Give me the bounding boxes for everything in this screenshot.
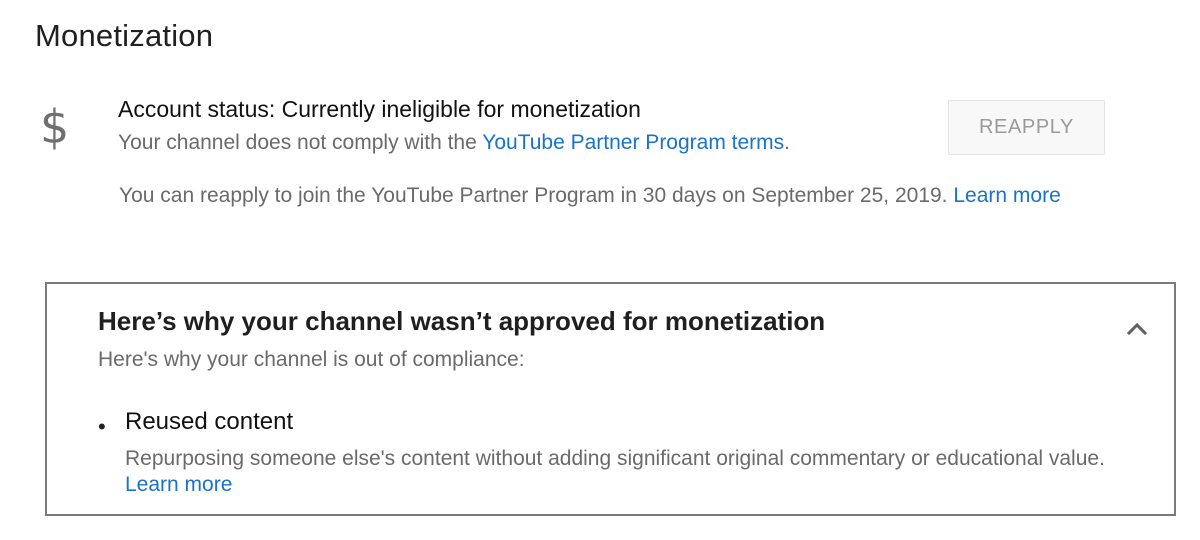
reasons-list: • Reused content Repurposing someone els… — [98, 408, 1158, 498]
status-description-text: Your channel does not comply with the — [118, 131, 483, 154]
reasons-panel-subtitle: Here's why your channel is out of compli… — [98, 348, 525, 371]
status-description-period: . — [784, 131, 791, 154]
reasons-panel: Here’s why your channel wasn’t approved … — [45, 282, 1176, 516]
reasons-panel-title: Here’s why your channel wasn’t approved … — [98, 306, 826, 336]
reason-item: • Reused content Repurposing someone els… — [98, 408, 1158, 498]
partner-program-terms-link[interactable]: YouTube Partner Program terms — [482, 131, 784, 154]
reason-learn-more-link[interactable]: Learn more — [125, 473, 232, 496]
bullet-icon: • — [98, 414, 106, 439]
reapply-learn-more-link[interactable]: Learn more — [953, 184, 1060, 207]
reapply-note: You can reapply to join the YouTube Part… — [119, 184, 1061, 208]
dollar-icon: $ — [40, 100, 70, 154]
account-status-title: Account status: Currently ineligible for… — [118, 96, 641, 122]
reason-description-text: Repurposing someone else's content witho… — [125, 447, 1105, 470]
account-status-description: Your channel does not comply with the Yo… — [118, 131, 790, 155]
reason-description: Repurposing someone else's content witho… — [125, 446, 1135, 498]
reapply-note-text: You can reapply to join the YouTube Part… — [119, 184, 948, 207]
chevron-up-icon-svg — [1126, 322, 1148, 336]
reapply-button[interactable]: REAPPLY — [948, 100, 1105, 155]
chevron-up-icon[interactable] — [1122, 314, 1152, 344]
reason-name: Reused content — [125, 408, 294, 435]
page-title: Monetization — [35, 18, 214, 53]
